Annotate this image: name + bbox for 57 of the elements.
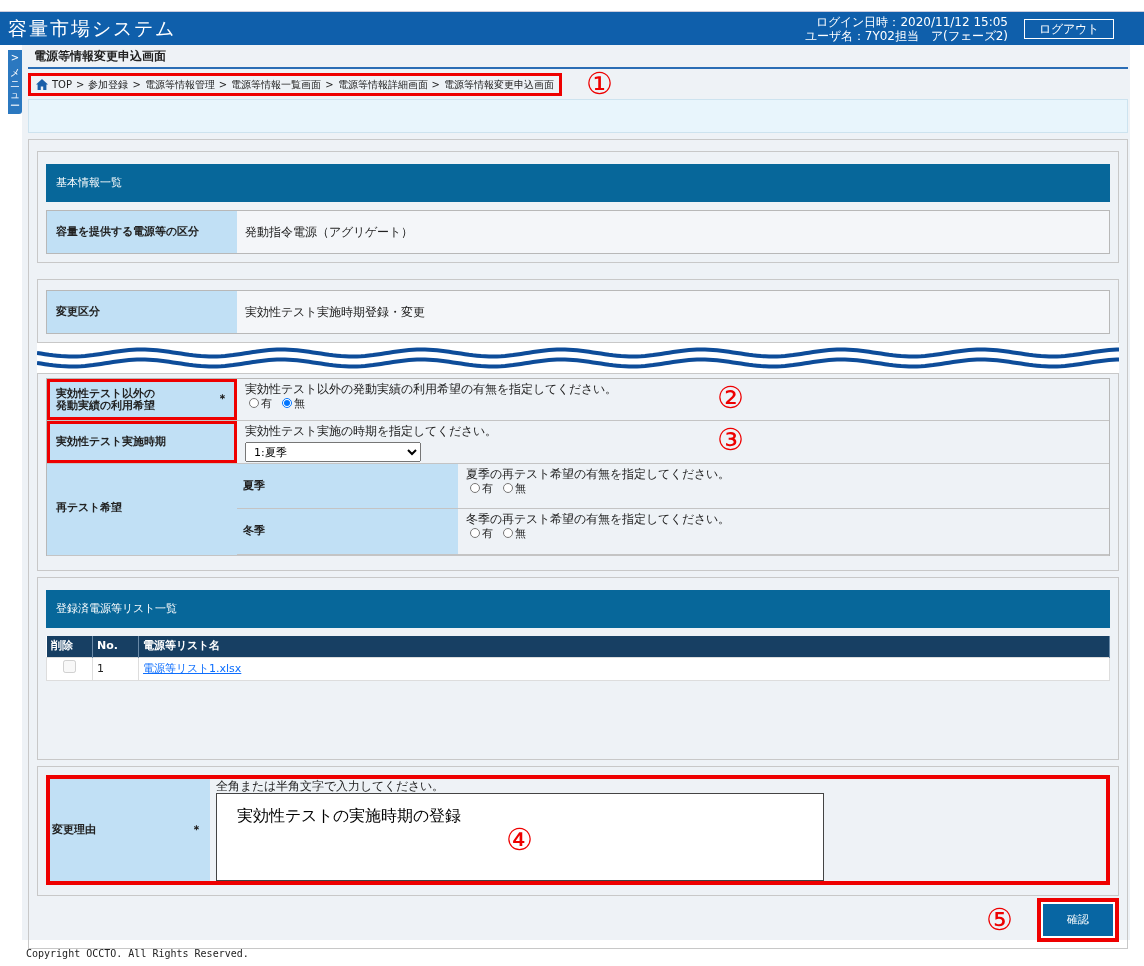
user-name: ユーザ名：7Y02担当 ア(フェーズ2) — [804, 28, 1008, 43]
option-label: 無 — [294, 397, 305, 410]
breadcrumb-link[interactable]: 参加登録 — [88, 76, 129, 92]
field-label: 変更理由 — [52, 821, 96, 838]
table-cell: 1 — [92, 657, 139, 681]
breadcrumb-link[interactable]: 電源等情報変更申込画面 — [443, 76, 554, 92]
field-hint: 夏季の再テスト希望の有無を指定してください。 — [466, 467, 731, 481]
radio-button[interactable] — [503, 483, 513, 493]
option-label: 有 — [482, 527, 493, 540]
breadcrumb-link[interactable]: 電源等情報詳細画面 — [337, 76, 428, 92]
breadcrumb-link[interactable]: 電源等情報管理 — [144, 76, 215, 92]
field-value: 発動指令電源（アグリゲート） — [244, 224, 414, 241]
page-title: 電源等情報変更申込画面 — [28, 45, 1128, 69]
field-hint: 冬季の再テスト希望の有無を指定してください。 — [466, 512, 731, 526]
required-mark: ＊ — [217, 391, 228, 408]
field-hint: 実効性テスト以外の発動実績の利用希望の有無を指定してください。 — [245, 382, 618, 396]
field-label: 容量を提供する電源等の区分 — [47, 211, 237, 253]
side-menu-tab[interactable]: > メニュー — [8, 50, 22, 114]
radio-button[interactable] — [470, 483, 480, 493]
radio-button[interactable] — [470, 528, 480, 538]
radio-button[interactable] — [503, 528, 513, 538]
period-select[interactable]: 1:夏季 — [245, 442, 421, 462]
option-label: 有 — [482, 482, 493, 495]
section-header: 登録済電源等リスト一覧 — [46, 590, 1110, 628]
callout-number: ② — [717, 383, 744, 413]
column-header: 電源等リスト名 — [138, 636, 1110, 657]
field-label: 変更区分 — [47, 291, 237, 333]
field-hint: 全角または半角文字で入力してください。 — [216, 779, 445, 793]
breadcrumb-link[interactable]: TOP — [52, 76, 72, 92]
field-hint: 実効性テスト実施の時期を指定してください。 — [245, 424, 498, 438]
field-value: 実効性テスト実施時期登録・変更 — [244, 304, 426, 321]
login-time: ログイン日時：2020/11/12 15:05 — [815, 14, 1008, 29]
copyright-text: Copyright OCCTO. All Rights Reserved. — [25, 947, 250, 961]
column-header: 削除 — [46, 636, 93, 657]
callout-number: ① — [585, 69, 613, 99]
required-mark: ＊ — [191, 821, 202, 838]
callout-number: ⑤ — [986, 905, 1013, 935]
option-label: 有 — [261, 397, 272, 410]
field-label: 実効性テスト以外の 発動実績の利用希望 ＊ — [47, 379, 237, 420]
radio-button[interactable] — [282, 398, 292, 408]
option-label: 無 — [515, 527, 526, 540]
breadcrumb-link[interactable]: 電源等情報一覧画面 — [231, 76, 322, 92]
app-title: 容量市場システム — [8, 16, 176, 42]
radio-button[interactable] — [249, 398, 259, 408]
field-label: 夏季 — [237, 464, 458, 509]
column-header: No. — [92, 636, 139, 657]
breadcrumb: TOP > 参加登録 > 電源等情報管理 > 電源等情報一覧画面 > 電源等情報詳細画面 > 電源等情報変更申込画面 — [28, 72, 562, 96]
callout-number: ④ — [506, 825, 533, 855]
callout-number: ③ — [717, 425, 744, 455]
option-label: 無 — [515, 482, 526, 495]
field-label: 冬季 — [237, 509, 458, 555]
home-icon[interactable] — [36, 78, 48, 90]
field-label: 実効性テスト実施時期 — [47, 421, 237, 463]
section-header: 基本情報一覧 — [46, 164, 1110, 202]
logout-button[interactable]: ログアウト — [1024, 18, 1114, 39]
confirm-button[interactable]: 確認 — [1037, 898, 1119, 942]
field-label: 再テスト希望 — [47, 464, 237, 555]
